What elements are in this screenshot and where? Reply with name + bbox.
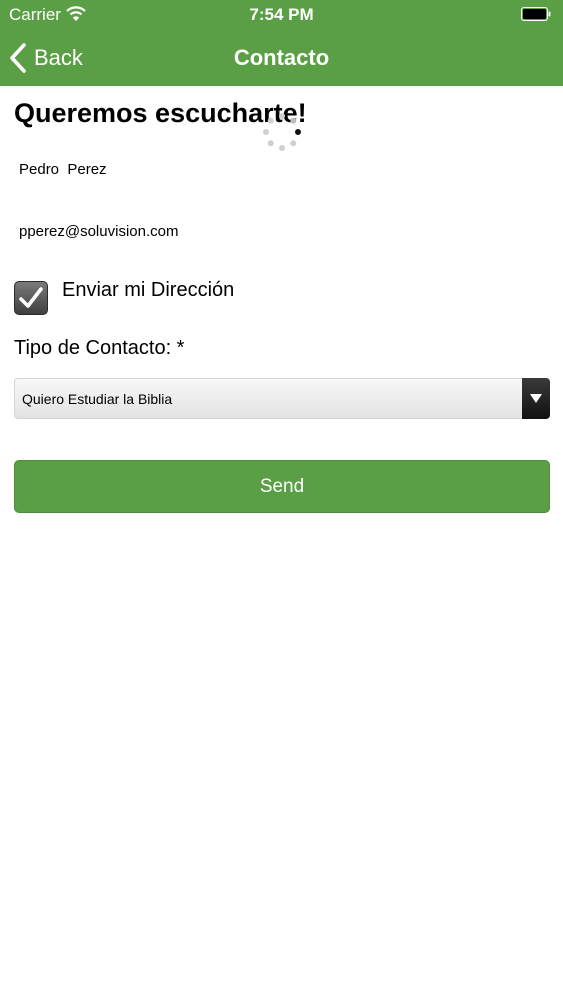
name-input[interactable] [14, 152, 550, 186]
triangle-down-icon [530, 394, 542, 403]
checkmark-icon [19, 287, 43, 308]
send-address-label: Enviar mi Dirección [62, 279, 235, 301]
send-button[interactable]: Send [14, 460, 550, 513]
email-input[interactable] [14, 214, 550, 248]
nav-title: Contacto [233, 45, 330, 70]
navigation-bar: Back Contacto [0, 30, 563, 86]
dropdown-arrow [522, 378, 550, 419]
contact-type-value: Quiero Estudiar la Biblia [22, 391, 173, 407]
loading-spinner-icon [263, 113, 301, 151]
status-bar: Carrier 7:54 PM [0, 0, 563, 30]
contact-type-label: Tipo de Contacto: * [14, 337, 185, 359]
status-time: 7:54 PM [249, 5, 314, 24]
battery-icon [521, 7, 551, 21]
send-address-checkbox[interactable] [14, 281, 48, 315]
contact-type-select[interactable]: Quiero Estudiar la Biblia [14, 378, 550, 419]
top-bar: Carrier 7:54 PM Back Contacto [0, 0, 563, 86]
